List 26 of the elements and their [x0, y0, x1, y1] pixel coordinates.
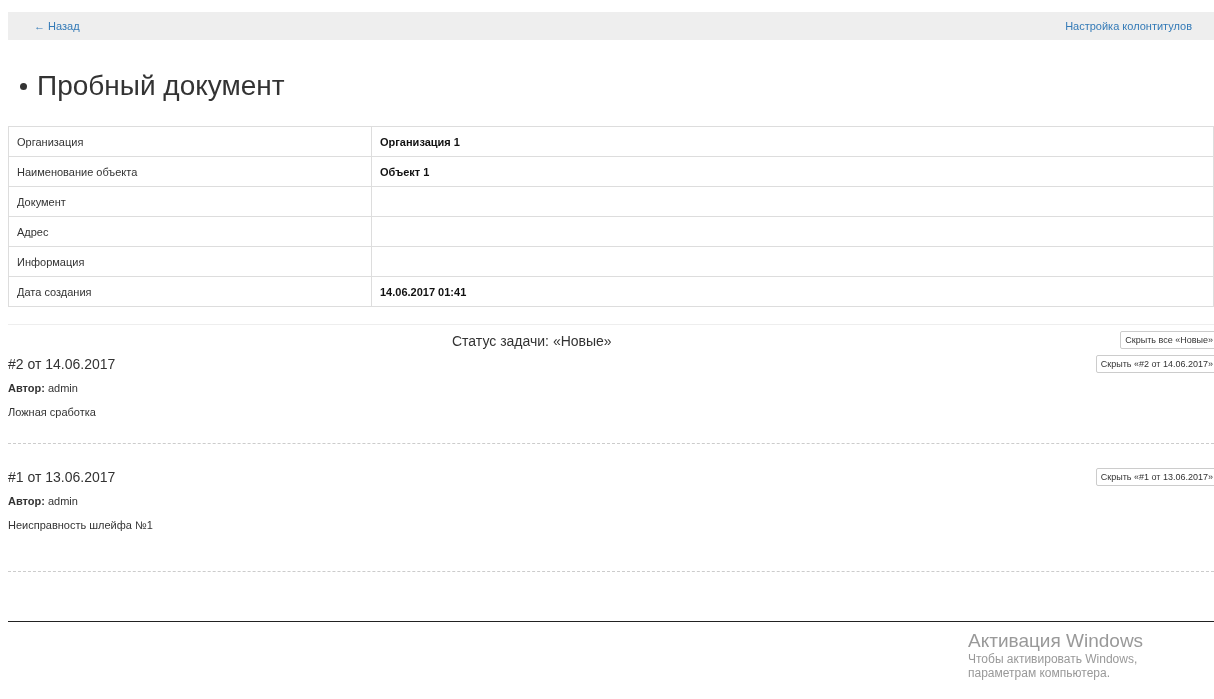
bullet-icon	[20, 82, 27, 90]
field-label: Организация	[8, 126, 372, 157]
task-author: Автор: admin	[8, 382, 79, 394]
task-description: Ложная сработка	[8, 406, 97, 418]
field-label: Информация	[8, 246, 372, 277]
field-label: Наименование объекта	[8, 156, 372, 187]
field-label: Документ	[8, 186, 372, 217]
hide-all-button[interactable]: Скрыть все «Новые»	[1120, 331, 1214, 349]
field-value: 14.06.2017 01:41	[371, 276, 1214, 307]
field-value: Организация 1	[371, 126, 1214, 157]
field-value: Объект 1	[371, 156, 1214, 187]
header-settings-link[interactable]: Настройка колонтитулов	[1065, 20, 1192, 32]
activation-text: Чтобы активировать Windows,	[968, 652, 1139, 666]
task-title: #1 от 13.06.2017	[8, 469, 116, 485]
hide-task-button[interactable]: Скрыть «#1 от 13.06.2017»	[1095, 468, 1214, 486]
hide-task-button[interactable]: Скрыть «#2 от 14.06.2017»	[1095, 355, 1214, 373]
task-description: Неисправность шлейфа №1	[8, 519, 154, 531]
document-title: Пробный документ	[37, 70, 285, 102]
status-heading: Статус задачи: «Новые»	[452, 333, 612, 349]
back-link[interactable]: ← Назад	[34, 20, 80, 32]
activation-title: Активация Windows	[968, 630, 1144, 652]
task-title: #2 от 14.06.2017	[8, 356, 116, 372]
task-author: Автор: admin	[8, 495, 79, 507]
activation-text: параметрам компьютера.	[968, 666, 1111, 680]
field-label: Дата создания	[8, 276, 372, 307]
field-label: Адрес	[8, 216, 372, 247]
